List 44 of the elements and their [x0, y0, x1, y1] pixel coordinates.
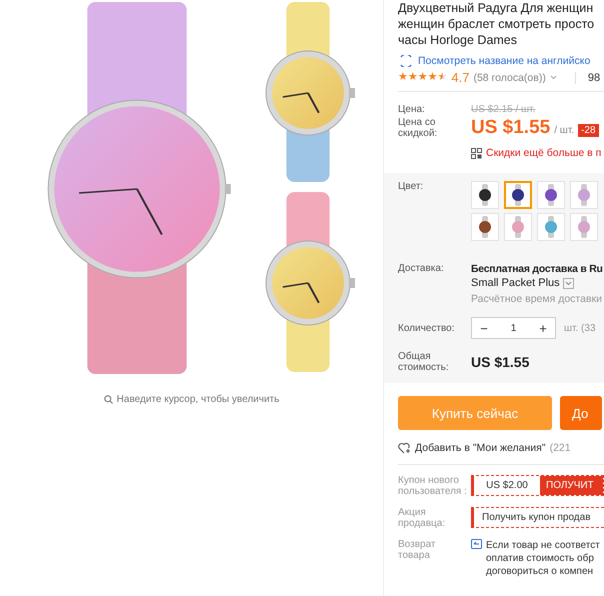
get-coupon-button[interactable]: ПОЛУЧИТ	[540, 476, 603, 495]
delivery-estimate: Расчётное время доставки	[471, 293, 603, 305]
color-swatch[interactable]	[504, 181, 532, 209]
delivery-label: Доставка:	[398, 263, 445, 274]
total-value: US $1.55	[471, 354, 530, 370]
quantity-value: 1	[510, 322, 518, 334]
discount-badge: -28	[578, 124, 599, 137]
returns-text: Если товар не соответст оплатив стоимость обр договориться о компен	[486, 539, 600, 578]
quantity-label: Количество:	[398, 322, 456, 334]
seller-coupon-button[interactable]: Получить купон продав	[471, 507, 604, 528]
rating-value: 4.7	[451, 70, 470, 85]
vote-count[interactable]: (58 голоса(ов))	[473, 72, 546, 84]
discount-price: US $1.55	[471, 117, 550, 139]
total-label: Общая стоимость:	[398, 351, 450, 373]
qr-code-icon	[471, 148, 482, 158]
coupon-amount: US $2.00	[485, 479, 529, 493]
price-label: Цена:	[398, 104, 426, 115]
coupon-label: Купон нового пользователя :	[398, 475, 468, 497]
zoom-hint: Наведите курсор, чтобы увеличить	[116, 394, 280, 405]
translate-link[interactable]: Посмотреть название на английско	[418, 55, 590, 67]
heart-plus-icon[interactable]	[398, 442, 411, 454]
old-price: US $2.15 / шт.	[471, 104, 536, 115]
returns-label: Возврат товара	[398, 539, 436, 561]
wishlist-link[interactable]: Добавить в "Мои желания"	[415, 442, 546, 454]
wishlist-count: (221	[550, 442, 571, 454]
stock-note: шт. (33	[564, 322, 596, 334]
quantity-stepper[interactable]: − 1 +	[471, 317, 556, 339]
increase-button[interactable]: +	[531, 320, 555, 336]
chevron-icon[interactable]	[550, 75, 557, 80]
return-icon	[471, 539, 482, 549]
dropdown-icon[interactable]	[562, 278, 574, 288]
delivery-value: Бесплатная доставка в Ru	[471, 263, 603, 277]
search-icon	[104, 395, 113, 404]
add-to-cart-button[interactable]: До	[560, 396, 602, 430]
product-title: Двухцветный Радуга Для женщин женщин браслет смотреть просто часы Horloge Dames	[398, 0, 596, 48]
rating-stars: ★★★★★	[398, 72, 448, 83]
app-discount-link[interactable]: Скидки ещё больше в п	[486, 147, 602, 159]
order-count: 98	[588, 72, 600, 84]
price-unit: / шт.	[554, 125, 574, 136]
coupon-label: Акция продавца:	[398, 507, 446, 529]
color-label: Цвет:	[398, 181, 424, 192]
shipping-method: Small Packet Plus	[471, 277, 560, 289]
discount-price-label: Цена со скидкой:	[398, 117, 438, 139]
decrease-button[interactable]: −	[472, 320, 496, 336]
